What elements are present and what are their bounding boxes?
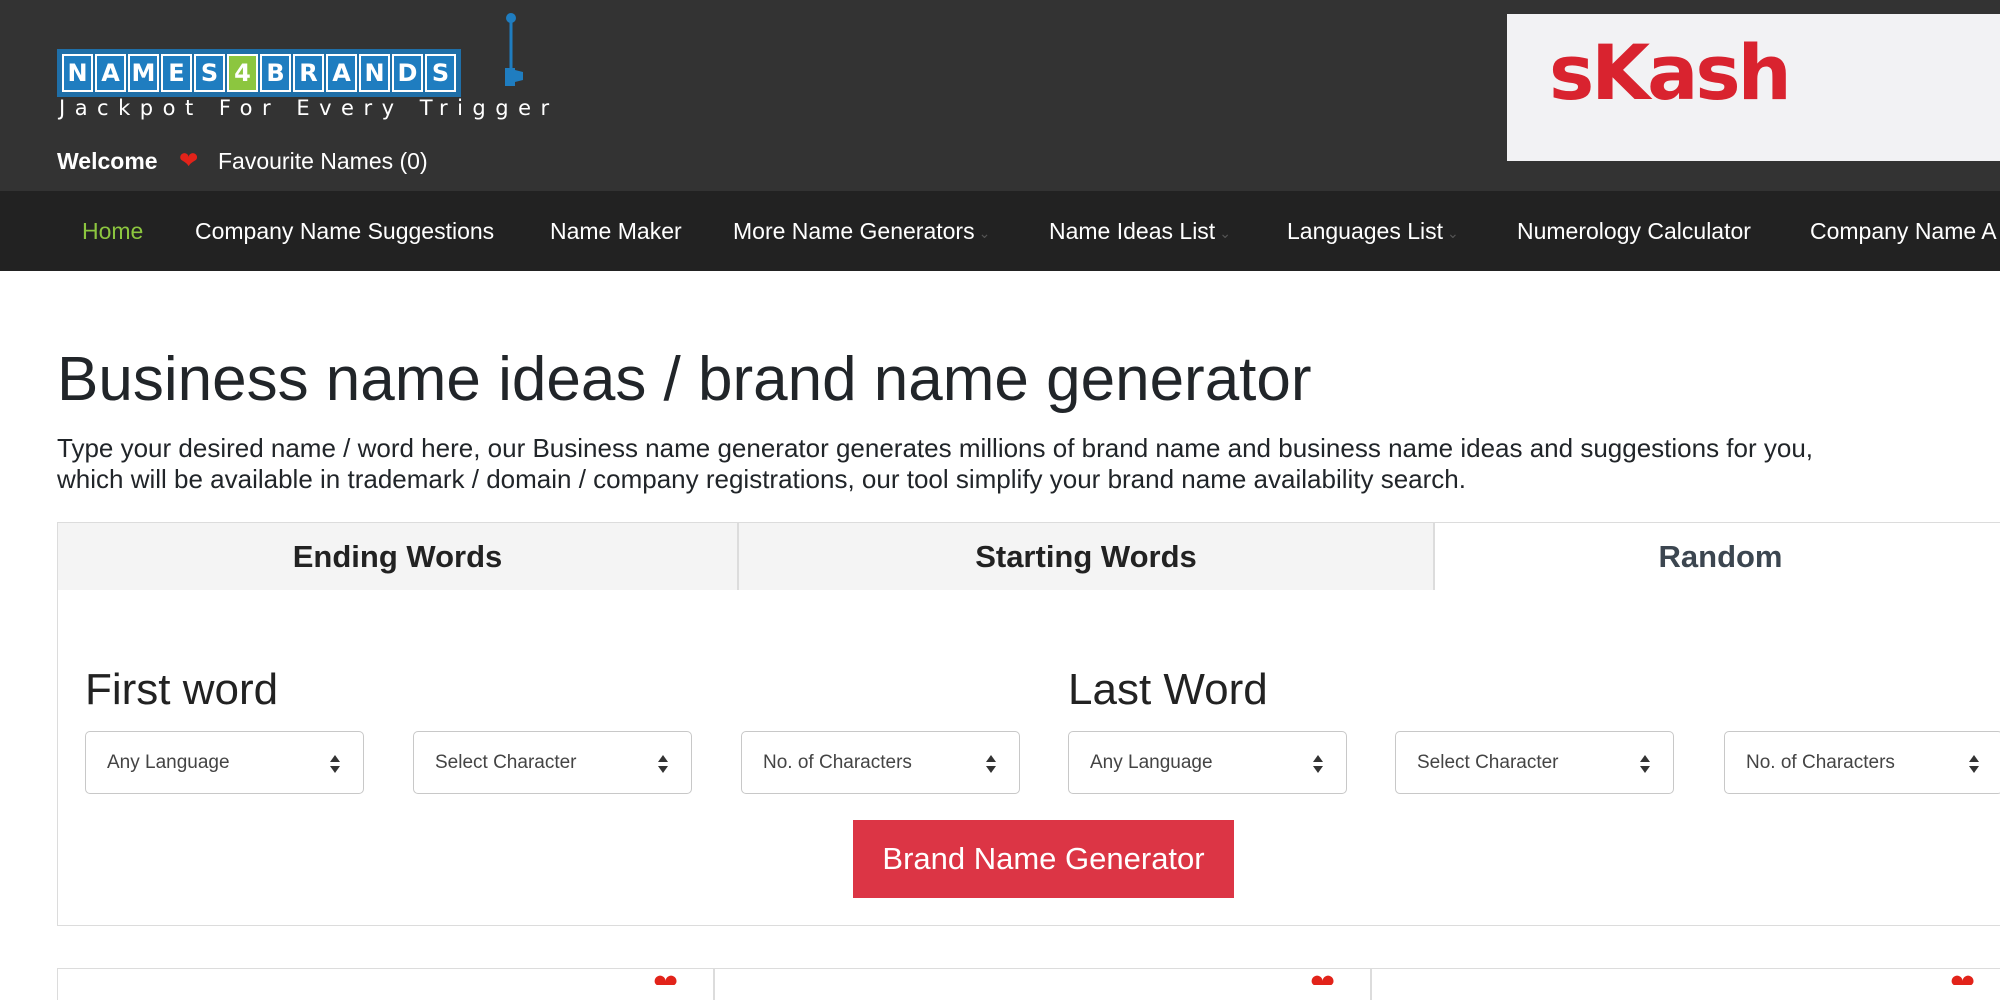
sort-arrows-icon: [1313, 755, 1323, 773]
logo-tagline: Jackpot For Every Trigger: [59, 96, 559, 120]
nav-item-name-ideas-list[interactable]: Name Ideas List ⌄: [1049, 191, 1231, 271]
slot-lever-icon: [505, 13, 523, 86]
logo-letter: D: [392, 54, 423, 92]
logo-letter: 4: [227, 54, 258, 92]
logo-letter: S: [425, 54, 456, 92]
heart-icon: ❤: [179, 147, 199, 173]
favourite-names-link[interactable]: Favourite Names (0): [218, 148, 428, 175]
select-value: Any Language: [107, 752, 230, 773]
site-logo[interactable]: N A M E S 4 B R A N D S Jackpot For Ever…: [57, 12, 549, 124]
last-word-language-select[interactable]: Any Language: [1068, 731, 1347, 794]
select-value: No. of Characters: [763, 752, 912, 773]
logo-letter: M: [128, 54, 159, 92]
tab-starting-words[interactable]: Starting Words: [738, 522, 1434, 592]
nav-item-numerology-calculator[interactable]: Numerology Calculator: [1517, 191, 1751, 271]
nav-item-label: Name Ideas List: [1049, 218, 1216, 244]
first-word-character-select[interactable]: Select Character: [413, 731, 692, 794]
result-card[interactable]: ❤❤: [1371, 968, 2000, 1000]
logo-letter: A: [95, 54, 126, 92]
chevron-down-icon: ⌄: [1447, 224, 1459, 241]
nav-item-company-name-suggestions[interactable]: Company Name Suggestions: [195, 191, 494, 271]
sort-arrows-icon: [330, 755, 340, 773]
last-word-heading: Last Word: [1068, 665, 1268, 714]
nav-item-label: More Name Generators: [733, 218, 975, 244]
sort-arrows-icon: [1969, 755, 1979, 773]
heart-icon[interactable]: ❤❤: [1950, 971, 1984, 985]
nav-item-home[interactable]: Home: [82, 191, 143, 271]
intro-line: which will be available in trademark / d…: [57, 464, 1466, 494]
brand-name-generator-button[interactable]: Brand Name Generator: [853, 820, 1234, 898]
last-word-character-select[interactable]: Select Character: [1395, 731, 1674, 794]
heart-icon[interactable]: ❤❤: [653, 971, 687, 985]
sort-arrows-icon: [986, 755, 996, 773]
site-header: N A M E S 4 B R A N D S Jackpot For Ever…: [0, 0, 2000, 191]
nav-item-name-maker[interactable]: Name Maker: [550, 191, 682, 271]
sort-arrows-icon: [1640, 755, 1650, 773]
nav-item-label: Languages List: [1287, 218, 1444, 244]
logo-letter: N: [62, 54, 93, 92]
select-value: No. of Characters: [1746, 752, 1895, 773]
main-navigation: Home Company Name Suggestions Name Maker…: [0, 191, 2000, 271]
chevron-down-icon: ⌄: [1219, 224, 1231, 241]
logo-letter: N: [359, 54, 390, 92]
tab-ending-words[interactable]: Ending Words: [57, 522, 738, 592]
logo-letter: S: [194, 54, 225, 92]
select-value: Select Character: [435, 752, 577, 773]
tab-random[interactable]: Random: [1434, 522, 2000, 593]
last-word-length-select[interactable]: No. of Characters: [1724, 731, 2000, 794]
first-word-length-select[interactable]: No. of Characters: [741, 731, 1020, 794]
logo-letter: E: [161, 54, 192, 92]
page-title: Business name ideas / brand name generat…: [57, 345, 1312, 414]
ad-brand-logo: sKash: [1549, 28, 1792, 117]
select-value: Any Language: [1090, 752, 1213, 773]
result-card[interactable]: ❤❤: [714, 968, 1371, 1000]
first-word-language-select[interactable]: Any Language: [85, 731, 364, 794]
first-word-heading: First word: [85, 665, 279, 714]
logo-tiles: N A M E S 4 B R A N D S: [57, 49, 461, 97]
intro-paragraph: Type your desired name / word here, our …: [57, 433, 2000, 495]
nav-item-more-name-generators[interactable]: More Name Generators ⌄: [733, 191, 990, 271]
intro-line: Type your desired name / word here, our …: [57, 433, 1814, 463]
generator-tabs: Ending Words Starting Words Random: [57, 522, 2000, 593]
result-card[interactable]: ❤❤: [57, 968, 714, 1000]
logo-letter: A: [326, 54, 357, 92]
heart-icon[interactable]: ❤❤: [1310, 971, 1344, 985]
nav-item-company-name-availability[interactable]: Company Name A: [1810, 191, 1997, 271]
welcome-text: Welcome: [57, 148, 158, 174]
advertisement-banner[interactable]: sKash: [1507, 14, 2000, 161]
sort-arrows-icon: [658, 755, 668, 773]
logo-letter: R: [293, 54, 324, 92]
select-value: Select Character: [1417, 752, 1559, 773]
chevron-down-icon: ⌄: [978, 224, 991, 241]
logo-letter: B: [260, 54, 291, 92]
nav-item-languages-list[interactable]: Languages List ⌄: [1287, 191, 1459, 271]
